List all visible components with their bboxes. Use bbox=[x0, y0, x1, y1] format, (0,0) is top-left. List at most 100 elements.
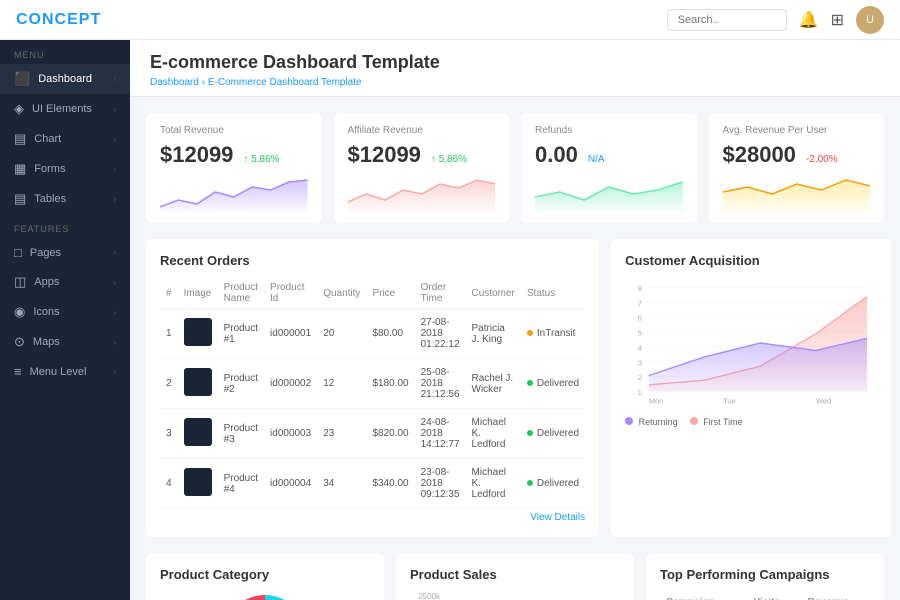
sidebar-label-tables: Tables bbox=[34, 193, 66, 205]
sidebar-item-chart[interactable]: ▤ Chart › bbox=[0, 124, 130, 154]
svg-text:8: 8 bbox=[638, 284, 642, 293]
cell-image bbox=[178, 459, 218, 509]
chevron-right-icon: › bbox=[113, 278, 116, 287]
sidebar-label-dashboard: Dashboard bbox=[38, 73, 92, 85]
cell-product-name: Product #3 bbox=[218, 409, 264, 459]
cell-qty: 23 bbox=[317, 409, 366, 459]
campaigns-card: Top Performing Campaigns Campaign Visits… bbox=[646, 553, 884, 600]
pages-icon: □ bbox=[14, 245, 22, 260]
chevron-right-icon: › bbox=[113, 135, 116, 144]
sidebar-item-dashboard[interactable]: ⬛ Dashboard › bbox=[0, 64, 130, 94]
col-campaign: Campaign bbox=[660, 592, 747, 600]
svg-text:6: 6 bbox=[638, 314, 642, 323]
main-body: Total Revenue $12099 ↑ 5.86% bbox=[130, 97, 900, 600]
cell-customer: Michael K. Ledford bbox=[466, 459, 521, 509]
cell-num: 4 bbox=[160, 459, 178, 509]
cell-product-id: id000001 bbox=[264, 309, 317, 359]
breadcrumb-home: Dashboard bbox=[150, 77, 199, 88]
nav-right: 🔔 ⊞ U bbox=[667, 6, 884, 34]
search-input[interactable] bbox=[667, 9, 787, 31]
grid-icon[interactable]: ⊞ bbox=[831, 10, 844, 30]
customer-acquisition-chart: 8 7 6 5 4 3 2 1 bbox=[625, 278, 877, 408]
cell-product-name: Product #4 bbox=[218, 459, 264, 509]
cell-price: $80.00 bbox=[366, 309, 414, 359]
stat-value-refunds: 0.00 bbox=[535, 142, 578, 168]
col-num: # bbox=[160, 278, 178, 309]
legend-first-time: First Time bbox=[690, 417, 743, 427]
chart-legend: Returning First Time bbox=[625, 417, 877, 427]
stat-label-avg-revenue: Avg. Revenue Per User bbox=[723, 125, 871, 136]
sidebar-label-maps: Maps bbox=[33, 336, 60, 348]
campaigns-table: Campaign Visits Revenue Campaign#1 98,78… bbox=[660, 592, 870, 600]
cell-qty: 12 bbox=[317, 359, 366, 409]
stat-value-total-revenue: $12099 bbox=[160, 142, 233, 168]
cell-product-id: id000002 bbox=[264, 359, 317, 409]
bar-group-3 bbox=[508, 592, 530, 600]
cell-product-name: Product #2 bbox=[218, 359, 264, 409]
cell-status: InTransit bbox=[521, 309, 585, 359]
cell-price: $820.00 bbox=[366, 409, 414, 459]
svg-text:Wed: Wed bbox=[816, 396, 831, 405]
product-category-card: Product Category bbox=[146, 553, 384, 600]
view-details-link[interactable]: View Details bbox=[530, 512, 585, 523]
tables-icon: ▤ bbox=[14, 191, 26, 207]
cell-time: 25-08-2018 21:12:56 bbox=[415, 359, 466, 409]
chevron-right-icon: › bbox=[113, 75, 116, 84]
stat-change-refunds: N/A bbox=[588, 154, 605, 165]
sidebar-item-forms[interactable]: ▦ Forms › bbox=[0, 154, 130, 184]
cell-num: 1 bbox=[160, 309, 178, 359]
col-status: Status bbox=[521, 278, 585, 309]
stat-change-avg-revenue: -2.00% bbox=[806, 154, 838, 165]
sidebar-item-ui-elements[interactable]: ◈ UI Elements › bbox=[0, 94, 130, 124]
cell-customer: Michael K. Ledford bbox=[466, 409, 521, 459]
stat-card-avg-revenue: Avg. Revenue Per User $28000 -2.00% bbox=[709, 113, 885, 223]
breadcrumb: Dashboard › E-Commerce Dashboard Templat… bbox=[150, 77, 880, 88]
features-label: FEATURES bbox=[0, 214, 130, 238]
bar-group-1 bbox=[448, 592, 470, 600]
menu-level-icon: ≡ bbox=[14, 364, 22, 379]
cell-time: 27-08-2018 01:22:12 bbox=[415, 309, 466, 359]
cell-time: 23-08-2018 09:12:35 bbox=[415, 459, 466, 509]
cell-qty: 34 bbox=[317, 459, 366, 509]
col-product-name: Product Name bbox=[218, 278, 264, 309]
cell-image bbox=[178, 359, 218, 409]
sidebar-item-menu-level[interactable]: ≡ Menu Level › bbox=[0, 357, 130, 386]
product-sales-chart: 2500k 2250k 2000k 1750k 1500k 1250k 1000… bbox=[410, 592, 620, 600]
avatar[interactable]: U bbox=[856, 6, 884, 34]
table-row: 2 Product #2 id000002 12 $180.00 25-08-2… bbox=[160, 359, 585, 409]
customer-acquisition-title: Customer Acquisition bbox=[625, 253, 877, 268]
svg-text:1: 1 bbox=[638, 388, 642, 397]
col-customer: Customer bbox=[466, 278, 521, 309]
bell-icon[interactable]: 🔔 bbox=[799, 10, 819, 30]
chevron-right-icon: › bbox=[113, 105, 116, 114]
stat-value-avg-revenue: $28000 bbox=[723, 142, 796, 168]
cell-status: Delivered bbox=[521, 359, 585, 409]
bottom-row: Product Category Product bbox=[146, 553, 884, 600]
stat-card-refunds: Refunds 0.00 N/A bbox=[521, 113, 697, 223]
bar-group-4 bbox=[538, 592, 560, 600]
chevron-right-icon: › bbox=[113, 195, 116, 204]
cell-customer: Rachel J. Wicker bbox=[466, 359, 521, 409]
sidebar-item-pages[interactable]: □ Pages › bbox=[0, 238, 130, 267]
top-nav: CONCEPT 🔔 ⊞ U bbox=[0, 0, 900, 40]
sidebar-item-maps[interactable]: ⊙ Maps › bbox=[0, 327, 130, 357]
sidebar-item-icons[interactable]: ◉ Icons › bbox=[0, 297, 130, 327]
sidebar-item-apps[interactable]: ◫ Apps › bbox=[0, 267, 130, 297]
cell-customer: Patricia J. King bbox=[466, 309, 521, 359]
stat-value-affiliate-revenue: $12099 bbox=[348, 142, 421, 168]
view-details: View Details bbox=[160, 509, 585, 523]
col-order-time: Order Time bbox=[415, 278, 466, 309]
svg-text:3: 3 bbox=[638, 358, 642, 367]
stat-label-total-revenue: Total Revenue bbox=[160, 125, 308, 136]
product-sales-title: Product Sales bbox=[410, 567, 620, 582]
cell-qty: 20 bbox=[317, 309, 366, 359]
ui-elements-icon: ◈ bbox=[14, 101, 24, 117]
sidebar-item-tables[interactable]: ▤ Tables › bbox=[0, 184, 130, 214]
cell-price: $340.00 bbox=[366, 459, 414, 509]
cell-image bbox=[178, 409, 218, 459]
chevron-right-icon: › bbox=[113, 367, 116, 376]
cell-price: $180.00 bbox=[366, 359, 414, 409]
main-header: E-commerce Dashboard Template Dashboard … bbox=[130, 40, 900, 97]
stat-change-affiliate-revenue: ↑ 5.86% bbox=[431, 154, 467, 165]
table-row: 3 Product #3 id000003 23 $820.00 24-08-2… bbox=[160, 409, 585, 459]
